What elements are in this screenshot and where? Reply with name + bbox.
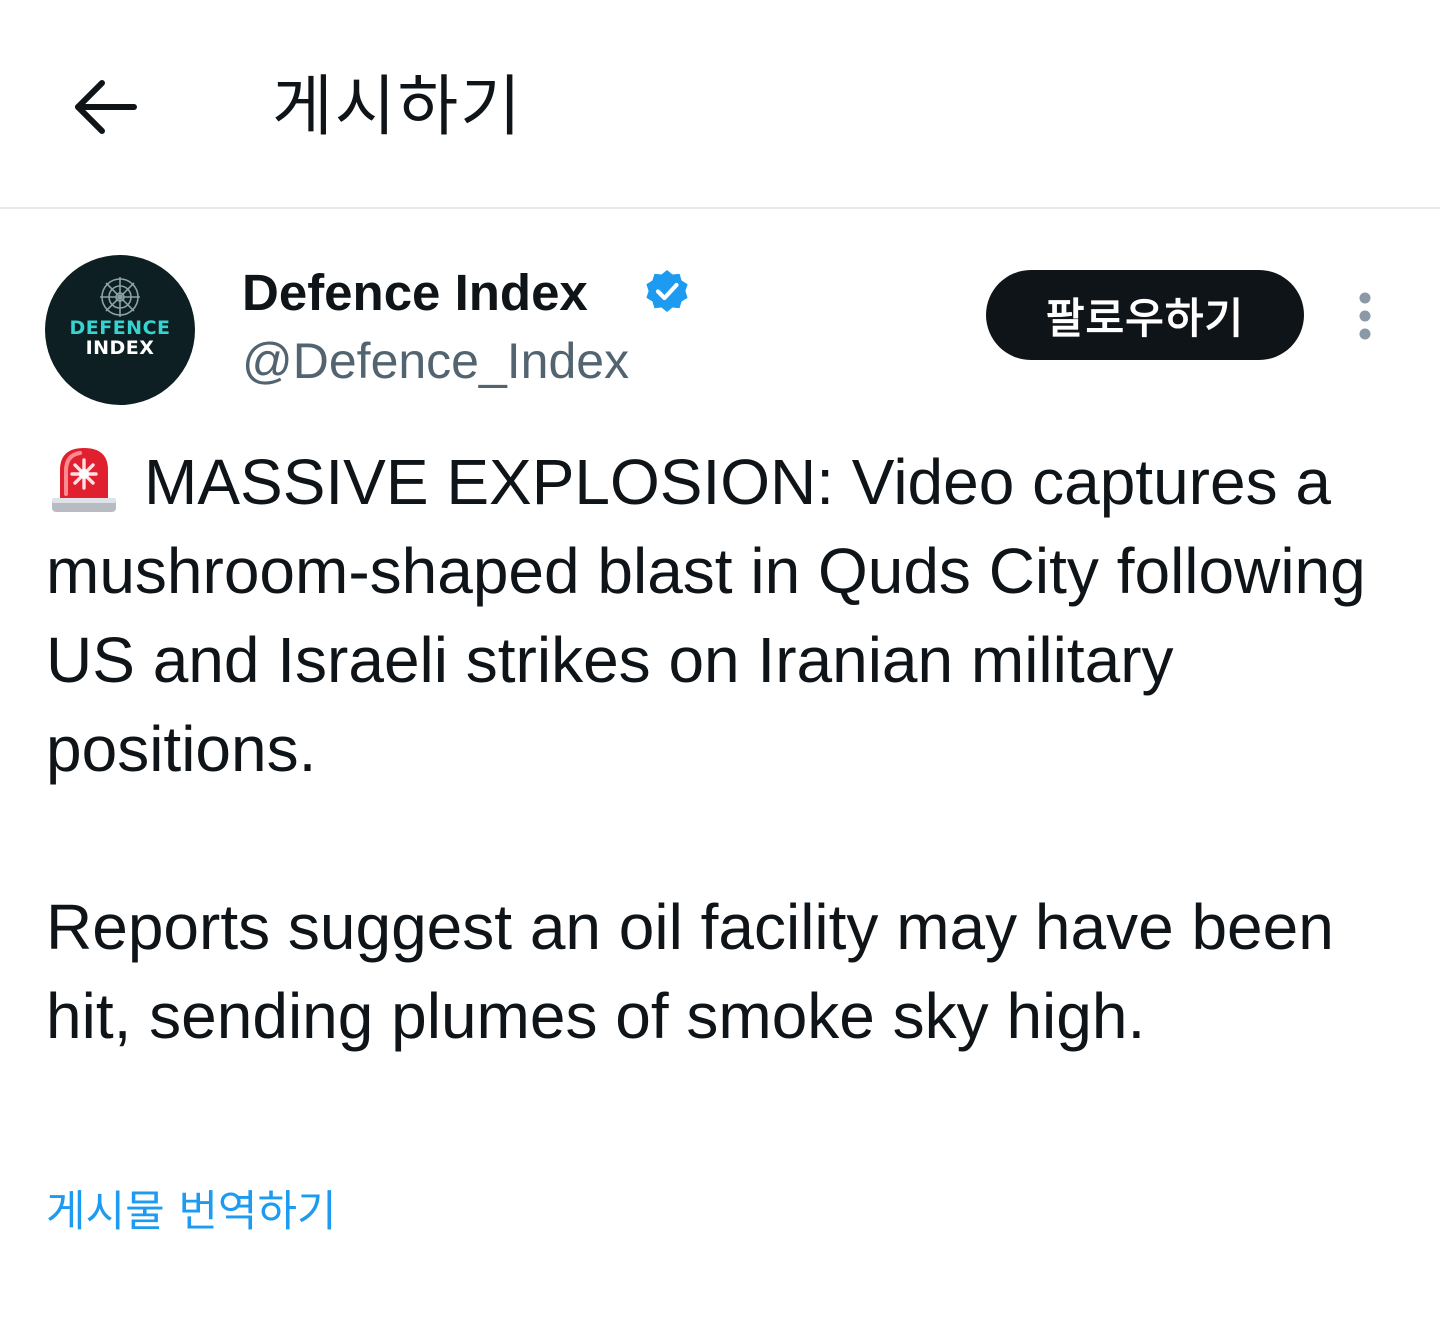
- avatar-text-line1: DEFENCE: [69, 317, 171, 339]
- more-vertical-icon: [1359, 292, 1371, 340]
- arrow-left-icon: [75, 80, 137, 134]
- verified-badge-icon: [646, 270, 688, 312]
- tweet-text: MASSIVE EXPLOSION: Video captures a mush…: [46, 438, 1396, 1061]
- translate-post-link[interactable]: 게시물 번역하기: [46, 1182, 337, 1242]
- follow-button[interactable]: 팔로우하기: [986, 270, 1304, 360]
- back-button[interactable]: [62, 64, 148, 150]
- user-handle[interactable]: @Defence_Index: [242, 330, 629, 392]
- top-bar: 게시하기: [0, 0, 1440, 209]
- display-name[interactable]: Defence Index: [242, 262, 588, 324]
- page-title: 게시하기: [272, 68, 523, 145]
- avatar-text-line2: INDEX: [85, 337, 155, 359]
- siren-icon: [52, 448, 116, 512]
- tweet-paragraph-1: MASSIVE EXPLOSION: Video captures a mush…: [46, 438, 1396, 794]
- more-options-button[interactable]: [1340, 285, 1390, 345]
- tweet-paragraph-2: Reports suggest an oil facility may have…: [46, 891, 1334, 1052]
- tweet-paragraph-1-text: MASSIVE EXPLOSION: Video captures a mush…: [46, 446, 1366, 785]
